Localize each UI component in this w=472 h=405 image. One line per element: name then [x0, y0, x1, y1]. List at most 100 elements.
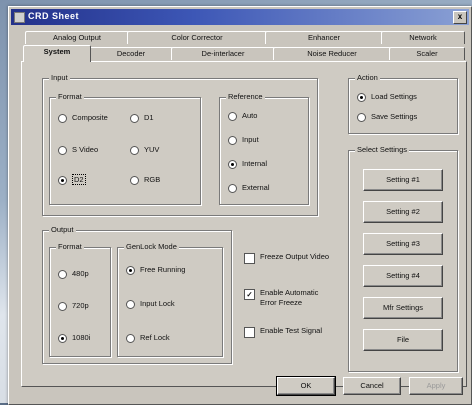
- reference-group: Reference Auto Input Internal External: [219, 92, 309, 205]
- output-format-label: Format: [56, 242, 84, 251]
- radio-d1[interactable]: D1: [130, 112, 154, 124]
- window-title: CRD Sheet: [28, 11, 80, 21]
- radio-label: YUV: [144, 145, 160, 154]
- tab-deinterlacer[interactable]: De-interlacer: [171, 47, 275, 60]
- radio-rgb[interactable]: RGB: [130, 174, 160, 186]
- tab-scaler[interactable]: Scaler: [389, 47, 465, 60]
- radio-free-running[interactable]: Free Running: [126, 264, 185, 276]
- radio-label: Composite: [72, 113, 108, 122]
- output-group: Output Format 480p 720p 1080i GenLock Mo…: [42, 225, 232, 364]
- apply-button[interactable]: Apply: [409, 377, 463, 395]
- radio-dot: [228, 111, 237, 121]
- radio-d2[interactable]: D2: [58, 174, 86, 186]
- test-signal-checkbox[interactable]: Enable Test Signal: [244, 326, 334, 348]
- file-button[interactable]: File: [363, 329, 443, 351]
- setting-4-button[interactable]: Setting #4: [363, 265, 443, 287]
- radio-ref-auto[interactable]: Auto: [228, 110, 257, 122]
- tab-network[interactable]: Network: [381, 31, 465, 44]
- checkbox-label: Enable Automatic Error Freeze: [260, 288, 319, 307]
- radio-dot: [357, 112, 366, 122]
- radio-label: Input: [242, 135, 259, 144]
- radio-ref-external[interactable]: External: [228, 182, 270, 194]
- radio-720p[interactable]: 720p: [58, 300, 89, 312]
- radio-label: Ref Lock: [140, 333, 170, 342]
- app-icon: [14, 12, 25, 23]
- tab-color-corrector[interactable]: Color Corrector: [127, 31, 267, 44]
- radio-label: 1080i: [72, 333, 91, 342]
- setting-2-button[interactable]: Setting #2: [363, 201, 443, 223]
- setting-1-button[interactable]: Setting #1: [363, 169, 443, 191]
- action-group-label: Action: [355, 73, 380, 82]
- output-group-label: Output: [49, 225, 76, 234]
- radio-480p[interactable]: 480p: [58, 268, 89, 280]
- output-format-group: Format 480p 720p 1080i: [49, 242, 111, 357]
- tab-enhancer[interactable]: Enhancer: [265, 31, 383, 44]
- close-button[interactable]: x: [453, 11, 467, 24]
- input-group-label: Input: [49, 73, 70, 82]
- radio-label: Save Settings: [371, 112, 418, 121]
- radio-label: RGB: [144, 175, 161, 184]
- radio-dot-selected: [58, 333, 67, 343]
- checkbox-box-checked: ✓: [244, 289, 255, 300]
- radio-label: Internal: [242, 159, 268, 168]
- input-group: Input Format Composite D1 S Video YUV D2…: [42, 73, 318, 216]
- freeze-output-checkbox[interactable]: Freeze Output Video: [244, 252, 334, 274]
- ok-button[interactable]: OK: [276, 376, 336, 396]
- tab-noise-reducer[interactable]: Noise Reducer: [273, 47, 391, 60]
- radio-dot: [130, 113, 139, 123]
- radio-label: 480p: [72, 269, 89, 278]
- title-bar[interactable]: CRD Sheet x: [11, 9, 469, 25]
- mfr-settings-button[interactable]: Mfr Settings: [363, 297, 443, 319]
- auto-error-freeze-checkbox[interactable]: ✓ Enable Automatic Error Freeze: [244, 288, 334, 310]
- radio-input-lock[interactable]: Input Lock: [126, 298, 175, 310]
- radio-1080i[interactable]: 1080i: [58, 332, 90, 344]
- radio-dot: [58, 269, 67, 279]
- radio-dot: [228, 183, 237, 193]
- radio-yuv[interactable]: YUV: [130, 144, 159, 156]
- radio-dot: [126, 333, 135, 343]
- radio-label: D2: [72, 174, 86, 185]
- radio-ref-internal[interactable]: Internal: [228, 158, 267, 170]
- radio-dot: [130, 175, 139, 185]
- tab-system[interactable]: System: [23, 45, 91, 62]
- radio-label: S Video: [72, 145, 99, 154]
- radio-label: Auto: [242, 111, 258, 120]
- radio-label: Load Settings: [371, 92, 417, 101]
- cancel-button[interactable]: Cancel: [343, 377, 401, 395]
- radio-label: D1: [144, 113, 154, 122]
- setting-3-button[interactable]: Setting #3: [363, 233, 443, 255]
- radio-dot: [126, 299, 135, 309]
- input-format-group: Format Composite D1 S Video YUV D2 RGB: [49, 92, 201, 205]
- radio-ref-input[interactable]: Input: [228, 134, 259, 146]
- radio-save-settings[interactable]: Save Settings: [357, 111, 417, 123]
- select-settings-label: Select Settings: [355, 145, 410, 154]
- radio-dot: [228, 135, 237, 145]
- radio-dot-selected: [126, 265, 135, 275]
- tab-decoder[interactable]: Decoder: [89, 47, 173, 60]
- radio-label: External: [242, 183, 270, 192]
- radio-ref-lock[interactable]: Ref Lock: [126, 332, 170, 344]
- tab-analog-output[interactable]: Analog Output: [25, 31, 129, 44]
- radio-label: Input Lock: [140, 299, 175, 308]
- checkbox-label: Enable Test Signal: [260, 326, 322, 335]
- settings-dialog: CRD Sheet x Analog Output Color Correcto…: [8, 6, 472, 405]
- action-group: Action Load Settings Save Settings: [348, 73, 458, 134]
- radio-load-settings[interactable]: Load Settings: [357, 91, 417, 103]
- system-panel: Input Format Composite D1 S Video YUV D2…: [21, 61, 467, 387]
- radio-dot-selected: [357, 92, 366, 102]
- checkbox-box: [244, 253, 255, 264]
- radio-dot: [58, 145, 67, 155]
- radio-label: 720p: [72, 301, 89, 310]
- checkbox-label: Freeze Output Video: [260, 252, 330, 261]
- select-settings-group: Select Settings Setting #1 Setting #2 Se…: [348, 145, 458, 372]
- radio-s-video[interactable]: S Video: [58, 144, 98, 156]
- radio-label: Free Running: [140, 265, 186, 274]
- radio-composite[interactable]: Composite: [58, 112, 108, 124]
- radio-dot: [58, 301, 67, 311]
- checkbox-box: [244, 327, 255, 338]
- genlock-group: GenLock Mode Free Running Input Lock Ref…: [117, 242, 223, 357]
- radio-dot-selected: [228, 159, 237, 169]
- input-format-label: Format: [56, 92, 84, 101]
- radio-dot-selected: [58, 175, 67, 185]
- genlock-label: GenLock Mode: [124, 242, 179, 251]
